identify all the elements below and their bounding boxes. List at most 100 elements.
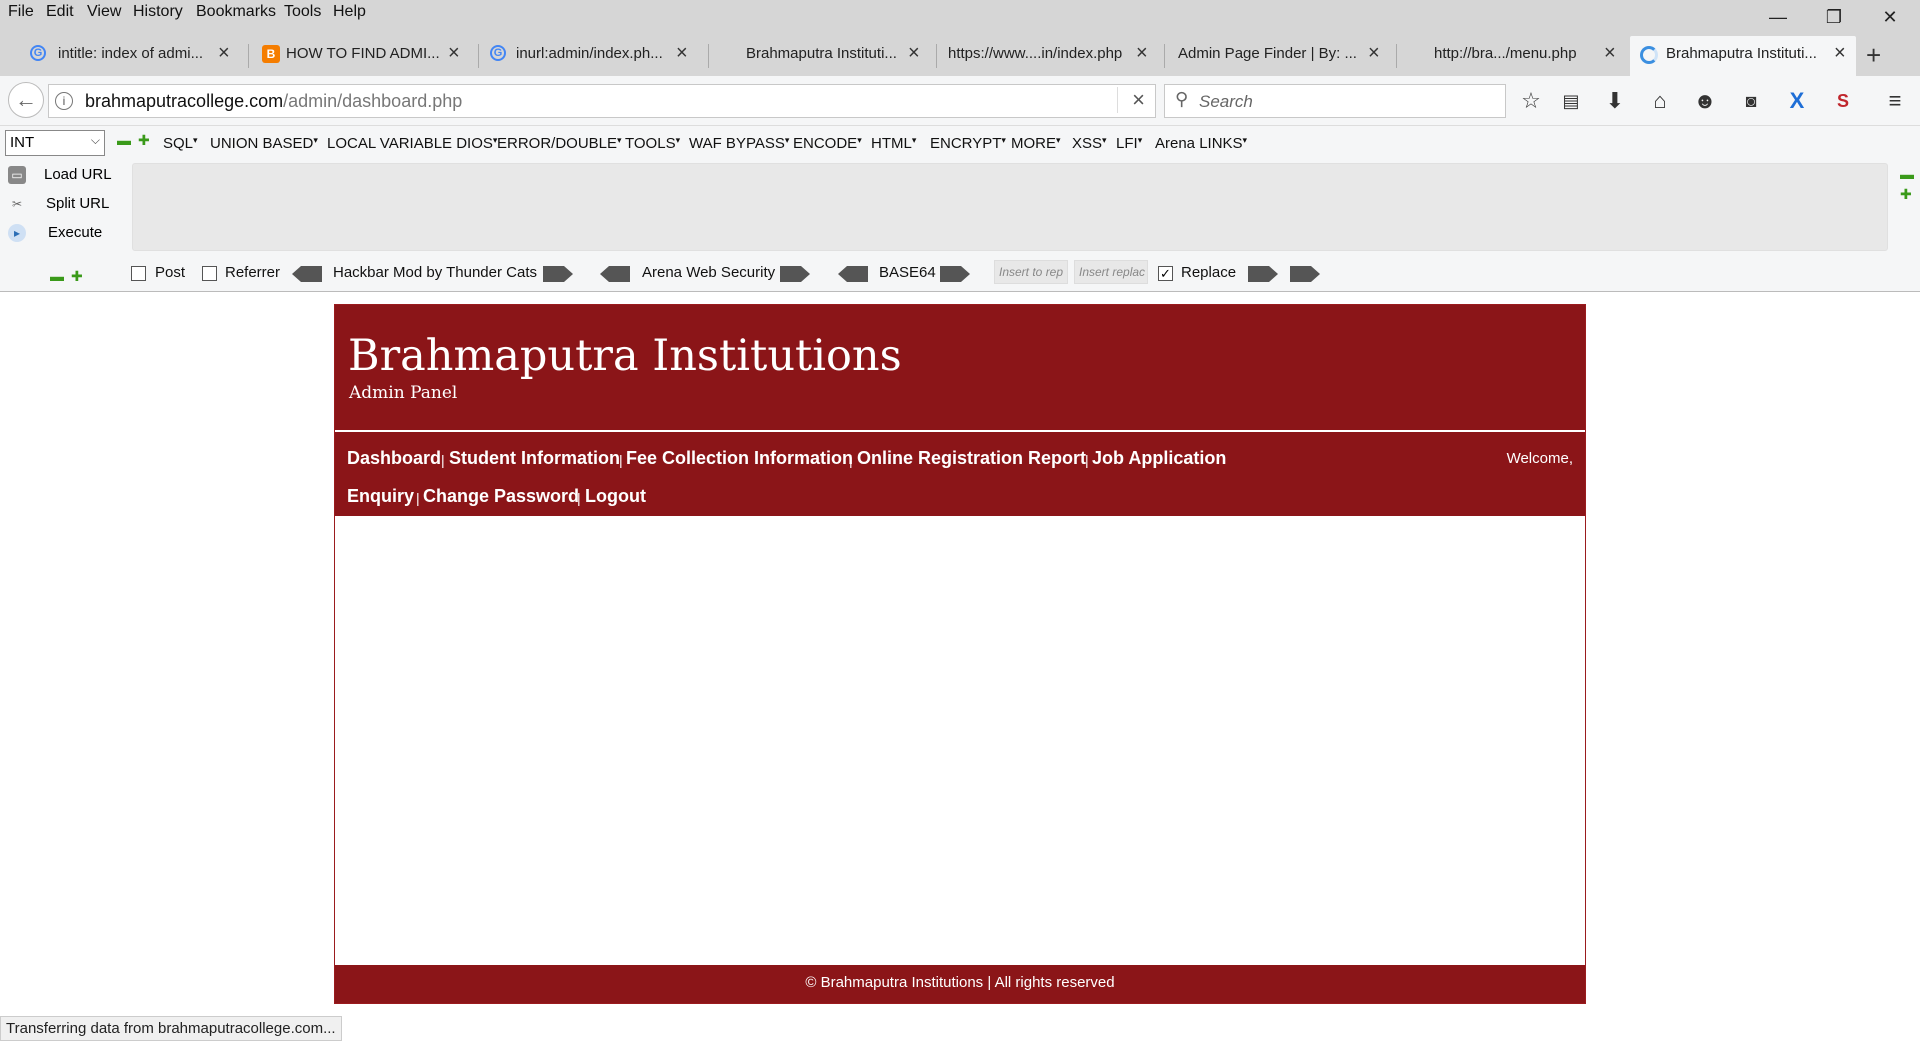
tab-label: Brahmaputra Instituti... bbox=[1666, 45, 1817, 62]
menu-bookmarks[interactable]: Bookmarks bbox=[196, 3, 276, 21]
minus-icon[interactable]: ▬ bbox=[1900, 166, 1914, 182]
nav-online-registration[interactable]: Online Registration Report bbox=[857, 448, 1086, 469]
welcome-text: Welcome, bbox=[1506, 450, 1573, 467]
extension-s-icon[interactable]: S bbox=[1828, 86, 1858, 116]
download-icon[interactable]: ⬇ bbox=[1600, 86, 1630, 116]
hackbar-menu-xss[interactable]: XSS▾ bbox=[1072, 135, 1107, 152]
hackbar-menu-encode[interactable]: ENCODE▾ bbox=[793, 135, 862, 152]
menu-history[interactable]: History bbox=[133, 3, 183, 21]
menu-tools[interactable]: Tools bbox=[284, 3, 321, 21]
nav-change-password[interactable]: Change Password bbox=[423, 486, 579, 507]
right-arrow-icon[interactable] bbox=[940, 266, 970, 282]
hackbar-menu-error[interactable]: ERROR/DOUBLE▾ bbox=[497, 135, 622, 152]
close-tab-icon[interactable]: × bbox=[448, 42, 460, 65]
menu-view[interactable]: View bbox=[87, 3, 121, 21]
new-tab-icon[interactable]: + bbox=[1866, 40, 1881, 71]
hackbar-menu-sql[interactable]: SQL▾ bbox=[163, 135, 198, 152]
home-icon[interactable]: ⌂ bbox=[1645, 86, 1675, 116]
menu-edit[interactable]: Edit bbox=[46, 3, 74, 21]
tab-label: Brahmaputra Instituti... bbox=[746, 45, 897, 62]
hackbar-type-select[interactable]: INT ⌵ bbox=[5, 130, 105, 156]
tab-label: HOW TO FIND ADMI... bbox=[286, 45, 440, 62]
left-arrow-icon[interactable] bbox=[838, 266, 868, 282]
nav-enquiry[interactable]: Enquiry bbox=[347, 486, 414, 507]
extension-x-icon[interactable]: X bbox=[1782, 86, 1812, 116]
tab-label: intitle: index of admi... bbox=[58, 45, 204, 62]
close-tab-icon[interactable]: × bbox=[676, 42, 688, 65]
hackbar-menu-html[interactable]: HTML▾ bbox=[871, 135, 916, 152]
menu-help[interactable]: Help bbox=[333, 3, 366, 21]
tab-5[interactable]: Admin Page Finder | By: ... × bbox=[1178, 40, 1388, 70]
hackbar-menu-lfi[interactable]: LFI▾ bbox=[1116, 135, 1142, 152]
hackbar-url-textarea[interactable] bbox=[132, 163, 1888, 251]
nav-logout[interactable]: Logout bbox=[585, 486, 646, 507]
insert-to-replace-input[interactable]: Insert to rep bbox=[994, 260, 1068, 284]
plus-icon[interactable]: ✚ bbox=[138, 132, 150, 149]
tab-0[interactable]: G intitle: index of admi... × bbox=[30, 40, 240, 70]
left-arrow-icon[interactable] bbox=[292, 266, 322, 282]
tab-4[interactable]: https://www....in/index.php × bbox=[948, 40, 1154, 70]
split-url-button[interactable]: ✂ Split URL bbox=[0, 193, 120, 217]
hackbar-menu-tools[interactable]: TOOLS▾ bbox=[625, 135, 680, 152]
hackbar-menu-waf[interactable]: WAF BYPASS▾ bbox=[689, 135, 789, 152]
url-bar[interactable]: i brahmaputracollege.com/admin/dashboard… bbox=[48, 84, 1156, 118]
status-bar: Transferring data from brahmaputracolleg… bbox=[0, 1016, 342, 1041]
hackbar-menu-more[interactable]: MORE▾ bbox=[1011, 135, 1061, 152]
close-tab-icon[interactable]: × bbox=[1834, 42, 1846, 65]
site-header: Brahmaputra Institutions Admin Panel bbox=[335, 305, 1585, 431]
pocket-icon[interactable]: ◙ bbox=[1736, 86, 1766, 116]
right-arrow-icon[interactable] bbox=[1248, 266, 1278, 282]
search-icon: ⚲ bbox=[1175, 89, 1189, 109]
blogger-icon: B bbox=[262, 45, 280, 63]
hackbar-menu-union[interactable]: UNION BASED▾ bbox=[210, 135, 318, 152]
right-arrow-icon[interactable] bbox=[780, 266, 810, 282]
plus-icon[interactable]: ✚ bbox=[1900, 186, 1912, 203]
referrer-checkbox[interactable] bbox=[202, 266, 217, 281]
hello-icon[interactable]: ☻ bbox=[1690, 86, 1720, 116]
hackbar-menu-arena-links[interactable]: Arena LINKS▾ bbox=[1155, 135, 1247, 152]
tab-2[interactable]: G inurl:admin/index.ph... × bbox=[490, 40, 700, 70]
tab-3[interactable]: Brahmaputra Instituti... × bbox=[746, 40, 930, 70]
execute-button[interactable]: ▸ Execute bbox=[0, 222, 120, 246]
hackbar-menu-dios[interactable]: LOCAL VARIABLE DIOS▾ bbox=[327, 135, 497, 152]
tab-1[interactable]: B HOW TO FIND ADMI... × bbox=[262, 40, 472, 70]
admin-nav: Dashboard | Student Information | Fee Co… bbox=[335, 432, 1585, 516]
nav-dashboard[interactable]: Dashboard bbox=[347, 448, 441, 469]
tab-label: inurl:admin/index.ph... bbox=[516, 45, 663, 62]
search-input[interactable]: ⚲ Search bbox=[1164, 84, 1506, 118]
minus-icon[interactable]: ▬ bbox=[117, 132, 131, 148]
plus-icon[interactable]: ✚ bbox=[71, 268, 83, 285]
insert-replace-input[interactable]: Insert replac bbox=[1074, 260, 1148, 284]
close-tab-icon[interactable]: × bbox=[218, 42, 230, 65]
load-url-button[interactable]: ▭ Load URL bbox=[0, 164, 120, 188]
close-tab-icon[interactable]: × bbox=[1136, 42, 1148, 65]
tab-7-active[interactable]: Brahmaputra Instituti... × bbox=[1630, 36, 1856, 76]
close-tab-icon[interactable]: × bbox=[1368, 42, 1380, 65]
reading-list-icon[interactable]: ▤ bbox=[1556, 86, 1586, 116]
tab-6[interactable]: http://bra.../menu.php × bbox=[1434, 40, 1622, 70]
right-arrow-icon[interactable] bbox=[1290, 266, 1320, 282]
hackbar-menu-encrypt[interactable]: ENCRYPT▾ bbox=[930, 135, 1006, 152]
info-icon[interactable]: i bbox=[55, 92, 73, 110]
nav-fee-collection[interactable]: Fee Collection Information bbox=[626, 448, 853, 469]
hamburger-menu-icon[interactable]: ≡ bbox=[1880, 86, 1910, 116]
tab-label: Admin Page Finder | By: ... bbox=[1178, 45, 1357, 62]
left-arrow-icon[interactable] bbox=[600, 266, 630, 282]
post-label: Post bbox=[155, 264, 186, 281]
close-tab-icon[interactable]: × bbox=[1604, 42, 1616, 65]
minus-icon[interactable]: ▬ bbox=[50, 268, 64, 284]
menu-file[interactable]: File bbox=[8, 3, 34, 21]
bookmark-star-icon[interactable]: ☆ bbox=[1516, 86, 1546, 116]
arena-web-security-label: Arena Web Security bbox=[642, 264, 776, 281]
site-title: Brahmaputra Institutions bbox=[348, 331, 902, 381]
right-arrow-icon[interactable] bbox=[543, 266, 573, 282]
post-checkbox[interactable] bbox=[131, 266, 146, 281]
nav-student-information[interactable]: Student Information bbox=[449, 448, 620, 469]
nav-job-application[interactable]: Job Application bbox=[1092, 448, 1226, 469]
clear-url-icon[interactable]: × bbox=[1117, 87, 1145, 113]
back-arrow-icon[interactable]: ← bbox=[8, 82, 44, 118]
url-text[interactable]: brahmaputracollege.com/admin/dashboard.p… bbox=[85, 91, 462, 112]
close-tab-icon[interactable]: × bbox=[908, 42, 920, 65]
base64-label: BASE64 bbox=[879, 264, 936, 281]
replace-checkbox[interactable]: ✓ bbox=[1158, 266, 1173, 281]
